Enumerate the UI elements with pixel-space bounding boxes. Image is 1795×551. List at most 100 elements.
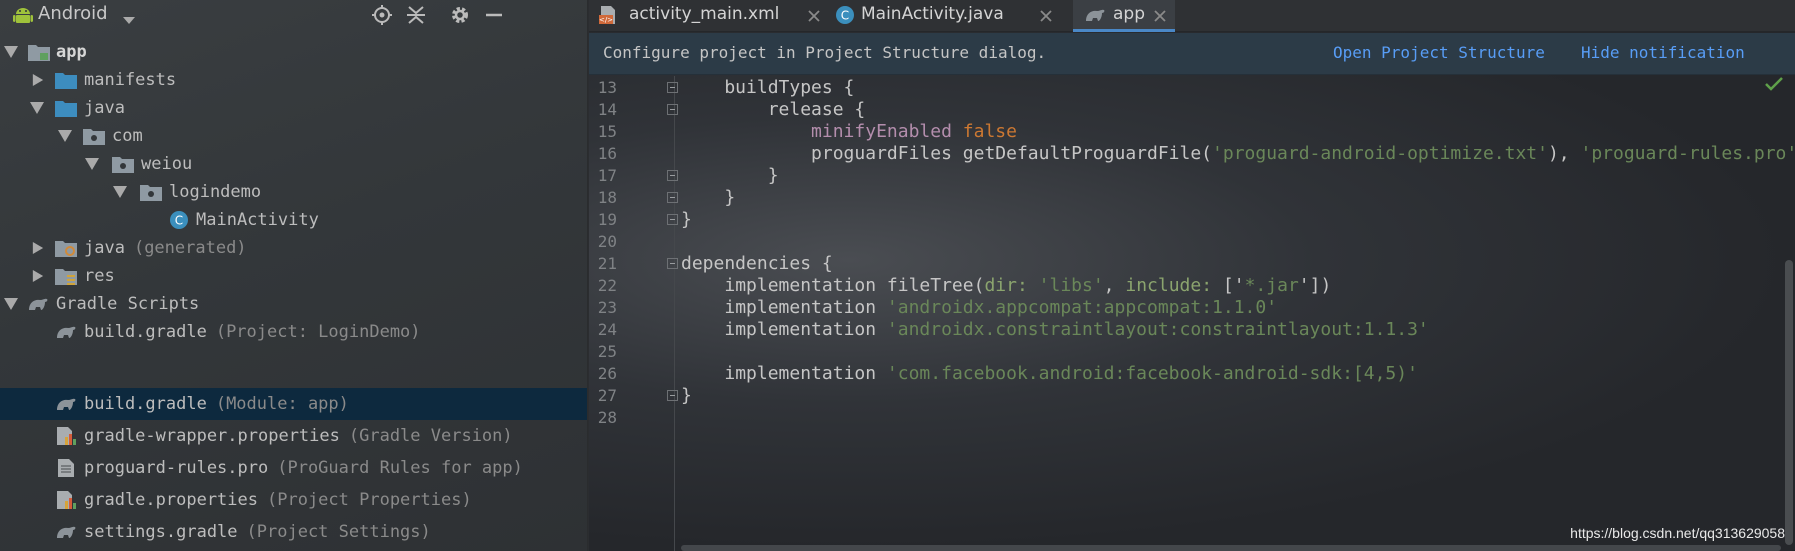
code-line-27[interactable]: } [681,385,692,406]
code-line-15[interactable]: minifyEnabled false [681,121,1017,142]
resources-folder-icon [55,269,77,285]
tree-item-text: build.gradle (Module: app) [84,394,349,414]
tree-item-text: build.gradle (Project: LoginDemo) [84,322,421,342]
chevron-down-icon[interactable] [122,11,136,30]
package-icon [83,129,105,145]
line-number: 22 [597,276,617,295]
tab-activity-main-xml[interactable]: </> activity_main.xml [589,0,825,32]
tree-item-gradle-wrapper-properties[interactable]: gradle-wrapper.properties (Gradle Version… [0,420,587,452]
close-icon[interactable] [807,9,821,23]
expanded-arrow-icon[interactable] [4,298,18,310]
code-line-26[interactable]: implementation 'com.facebook.android:fac… [681,363,1418,384]
code-line-23[interactable]: implementation 'androidx.appcompat:appco… [681,297,1277,318]
tree-item-text: java (generated) [84,238,247,258]
line-number: 27 [597,386,617,405]
expanded-arrow-icon[interactable] [4,46,18,58]
line-number: 13 [597,78,617,97]
tree-item-label: settings.gradle [84,522,238,542]
code-line-21[interactable]: dependencies { [681,253,833,274]
package-icon [140,185,162,201]
watermark-url: https://blog.csdn.net/qq313629058 [1570,525,1785,541]
locate-icon[interactable] [371,4,393,26]
code-line-24[interactable]: implementation 'androidx.constraintlayou… [681,319,1428,340]
tree-item-hint: (generated) [133,238,247,258]
editor-tab-bar: </> activity_main.xml C MainActivity.jav… [589,0,1795,32]
gradle-icon [57,398,76,410]
tree-item-hint: (Gradle Version) [348,426,513,446]
line-number: 24 [597,320,617,339]
fold-marker-icon[interactable] [667,192,678,203]
horizontal-scrollbar[interactable] [681,545,1781,551]
svg-text:C: C [841,9,849,23]
tree-item-build-gradle-module-selected[interactable]: build.gradle (Module: app) [0,388,587,420]
tree-item-proguard-rules[interactable]: proguard-rules.pro (ProGuard Rules for ap… [0,452,587,484]
hide-icon[interactable] [483,4,505,26]
tree-item-label: com [112,126,143,146]
expanded-arrow-icon[interactable] [85,158,99,170]
close-icon[interactable] [1039,9,1053,23]
folder-icon [55,101,77,117]
collapsed-arrow-icon[interactable] [31,242,45,254]
expanded-arrow-icon[interactable] [113,186,127,198]
fold-marker-icon[interactable] [667,82,678,93]
vertical-scrollbar[interactable] [1785,260,1793,545]
tree-item-label: proguard-rules.pro [84,458,269,478]
project-view-selector[interactable]: Android [38,3,108,24]
fold-marker-icon[interactable] [667,390,678,401]
code-line-13[interactable]: buildTypes { [681,77,854,98]
tree-item-label: java [84,238,125,258]
line-number: 18 [597,188,617,207]
collapsed-arrow-icon[interactable] [31,74,45,86]
tree-item-hint: (Project Properties) [267,490,472,510]
code-line-17[interactable]: } [681,165,779,186]
code-token: 'proguard-android-optimize.txt' [1212,143,1548,164]
hide-notification-link[interactable]: Hide notification [1581,43,1745,62]
collapsed-arrow-icon[interactable] [31,270,45,282]
code-token: 'com.facebook.android:facebook-android-s… [886,363,1418,384]
class-icon: C [836,6,854,24]
tree-item-settings-gradle[interactable]: settings.gradle (Project Settings) [0,516,587,548]
expanded-arrow-icon[interactable] [58,130,72,142]
android-icon [12,4,34,30]
open-project-structure-link[interactable]: Open Project Structure [1333,43,1545,62]
tree-item-text: gradle.properties (Project Properties) [84,490,472,510]
gear-icon[interactable] [449,4,471,26]
package-icon [112,157,134,173]
tab-label: app [1113,4,1145,24]
tree-item-label: gradle-wrapper.properties [84,426,340,446]
fold-marker-icon[interactable] [667,258,678,269]
code-line-14[interactable]: release { [681,99,866,120]
line-number: 17 [597,166,617,185]
code-line-16[interactable]: proguardFiles getDefaultProguardFile('pr… [681,143,1795,164]
svg-text:</>: </> [599,16,613,24]
close-icon[interactable] [1153,9,1167,23]
xml-file-icon: </> [599,6,615,24]
text-file-icon [58,459,74,477]
code-token: implementation [724,363,887,384]
fold-marker-icon[interactable] [667,214,678,225]
code-token: dependencies { [681,253,833,274]
tab-app-gradle[interactable]: app [1073,0,1175,32]
code-token: ']) [1298,275,1332,296]
tree-item-gradle-properties[interactable]: gradle.properties (Project Properties) [0,484,587,516]
code-line-22[interactable]: implementation fileTree(dir: 'libs', inc… [681,275,1331,296]
line-number: 15 [597,122,617,141]
code-token: } [681,385,692,406]
expanded-arrow-icon[interactable] [30,102,44,114]
tab-mainactivity-java[interactable]: C MainActivity.java [825,0,1059,32]
gradle-icon [1086,9,1105,21]
code-line-18[interactable]: } [681,187,735,208]
tab-label: MainActivity.java [861,4,1004,24]
code-line-19[interactable]: } [681,209,692,230]
tree-item-hint: (Project Settings) [246,522,431,542]
tree-item-build-gradle-project[interactable]: build.gradle (Project: LoginDemo) [0,316,587,348]
class-icon: C [170,211,188,229]
code-token: buildTypes { [681,77,855,98]
fold-marker-icon[interactable] [667,104,678,115]
collapse-all-icon[interactable] [405,4,427,26]
fold-marker-icon[interactable] [667,170,678,181]
code-token: implementation [724,319,887,340]
